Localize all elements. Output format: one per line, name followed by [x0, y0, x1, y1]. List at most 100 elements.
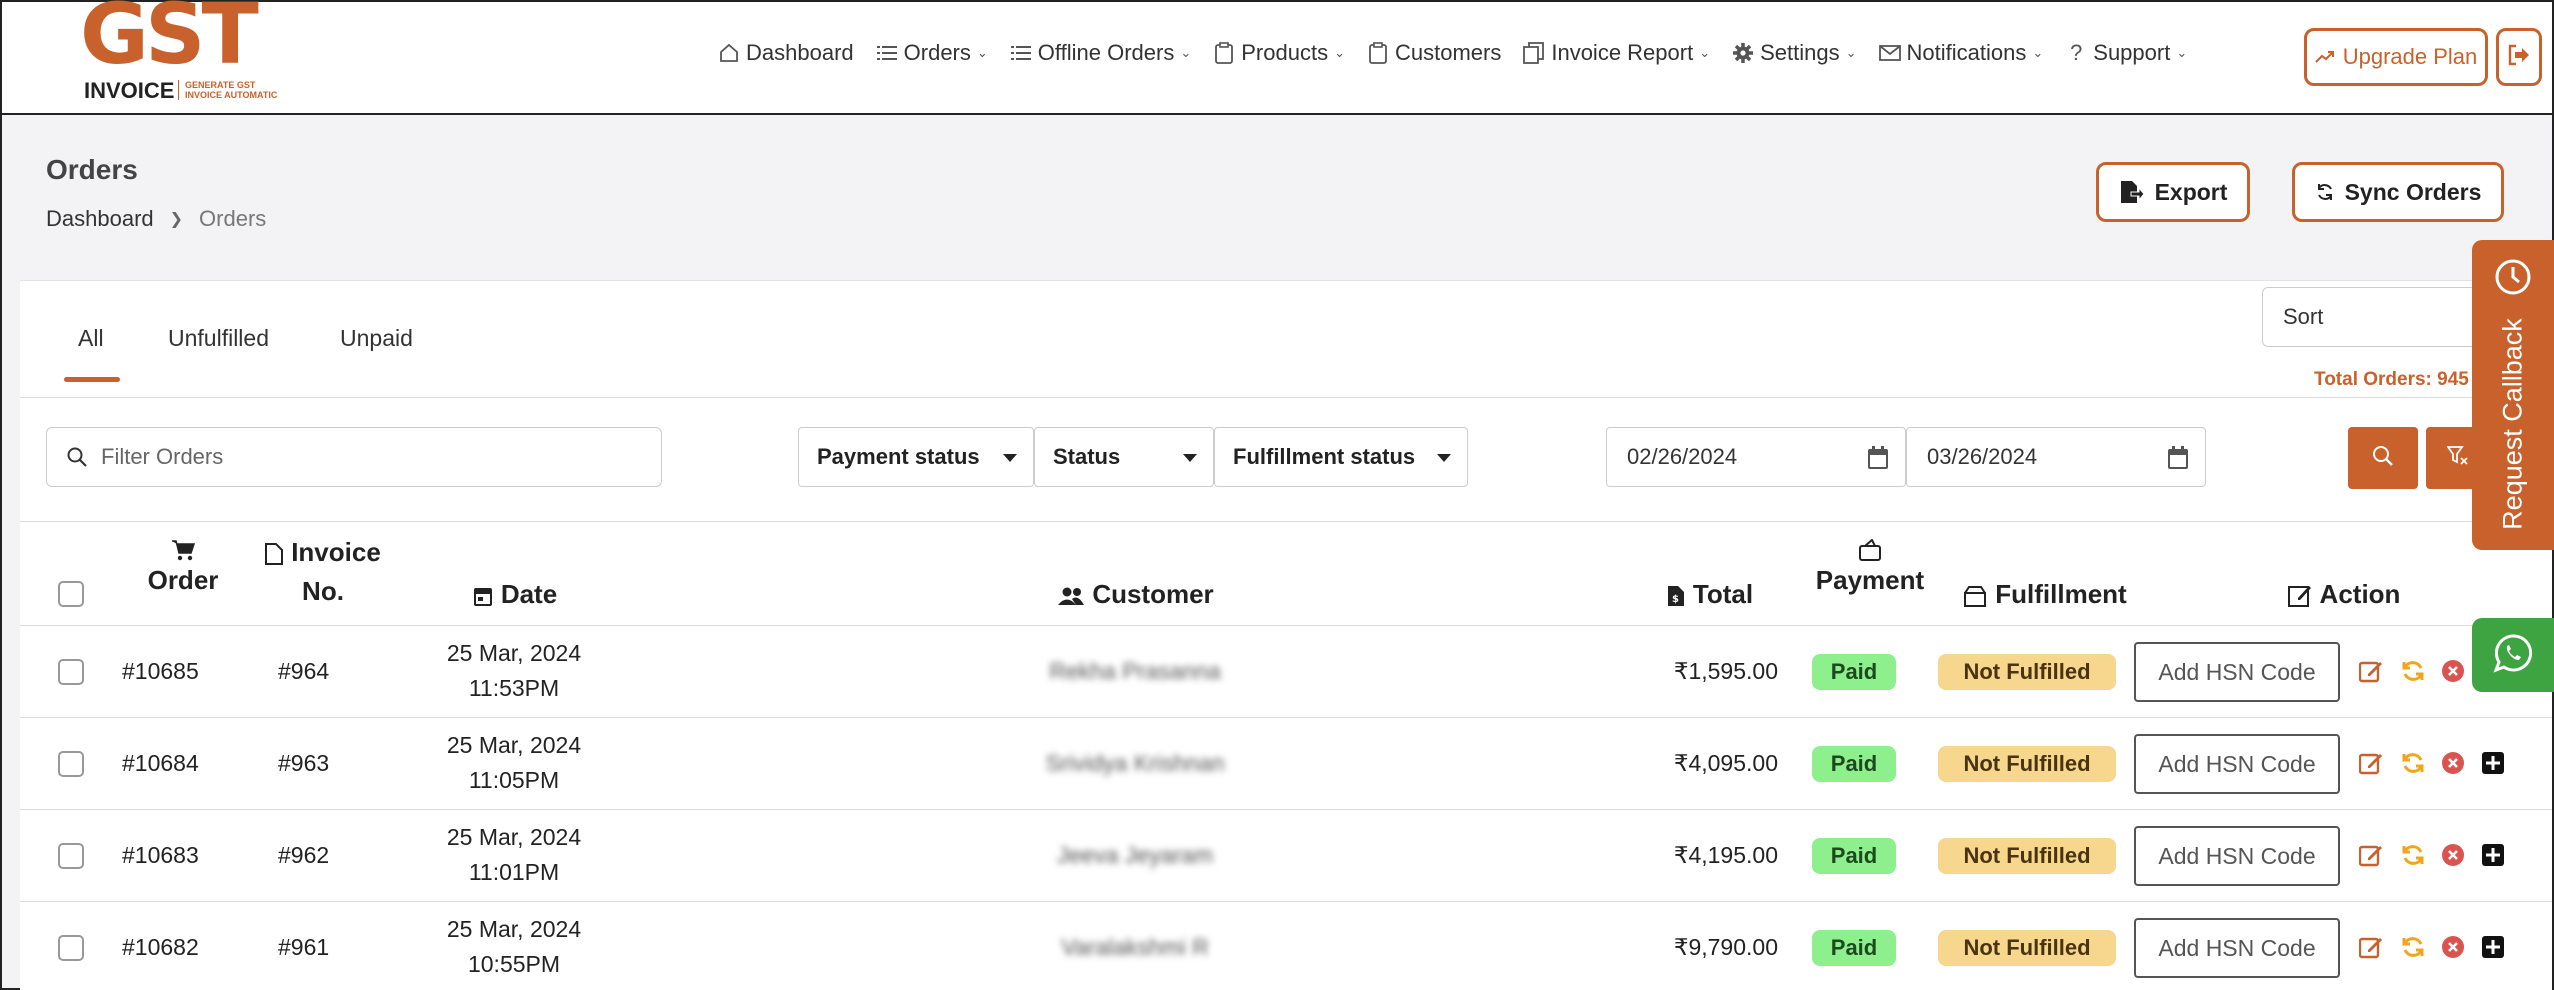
order-date: 25 Mar, 2024 11:53PM	[446, 640, 582, 701]
plus-square-icon[interactable]	[2480, 750, 2506, 776]
invoice-number[interactable]: #962	[278, 842, 329, 869]
nav-support[interactable]: ? Support ⌄	[2065, 40, 2187, 66]
col-customer: Customer	[1036, 579, 1236, 610]
page-title: Orders	[46, 154, 138, 185]
chevron-down-icon: ⌄	[2176, 45, 2188, 60]
sync-icon	[2315, 182, 2335, 202]
order-number[interactable]: #10684	[122, 750, 199, 777]
table-row[interactable]: #10683 #962 25 Mar, 2024 11:01PM Jeeva J…	[20, 809, 2552, 901]
table-row[interactable]: #10682 #961 25 Mar, 2024 10:55PM Varalak…	[20, 901, 2552, 990]
nav-notifications[interactable]: Notifications ⌄	[1878, 40, 2043, 66]
refresh-icon[interactable]	[2400, 750, 2426, 776]
date-to-value: 03/26/2024	[1927, 444, 2038, 469]
breadcrumb-dashboard-link[interactable]: Dashboard	[46, 206, 154, 232]
sync-label: Sync Orders	[2344, 178, 2482, 205]
edit-icon[interactable]	[2358, 842, 2384, 868]
order-tabs: All Unfulfilled Unpaid	[20, 281, 2552, 397]
refresh-icon[interactable]	[2400, 934, 2426, 960]
nav-dashboard[interactable]: Dashboard	[718, 40, 854, 66]
tab-unfulfilled[interactable]: Unfulfilled	[168, 325, 269, 352]
calendar-icon[interactable]	[1867, 446, 1889, 476]
tab-unpaid[interactable]: Unpaid	[340, 325, 413, 352]
sign-out-icon	[2507, 44, 2531, 71]
invoice-number[interactable]: #964	[278, 658, 329, 685]
row-checkbox[interactable]	[58, 659, 84, 685]
refresh-icon[interactable]	[2400, 842, 2426, 868]
whatsapp-button[interactable]	[2472, 618, 2554, 692]
logout-button[interactable]	[2496, 28, 2542, 86]
customer-name: Jeeva Jeyaram	[1057, 842, 1213, 868]
export-button[interactable]: Export	[2096, 162, 2250, 222]
sync-orders-button[interactable]: Sync Orders	[2292, 162, 2504, 222]
add-hsn-code-button[interactable]: Add HSN Code	[2134, 642, 2340, 702]
active-tab-indicator	[64, 377, 120, 382]
row-checkbox[interactable]	[58, 935, 84, 961]
chevron-down-icon: ⌄	[1334, 45, 1345, 60]
invoice-number[interactable]: #961	[278, 934, 329, 961]
table-row[interactable]: #10685 #964 25 Mar, 2024 11:53PM Rekha P…	[20, 625, 2552, 717]
logo-mark: GST	[80, 0, 259, 83]
nav-offline-orders[interactable]: Offline Orders ⌄	[1010, 40, 1191, 66]
plus-square-icon[interactable]	[2480, 934, 2506, 960]
list-icon	[1010, 42, 1032, 64]
fulfillment-status-dropdown[interactable]: Fulfillment status	[1214, 427, 1468, 487]
nav-orders[interactable]: Orders ⌄	[876, 40, 988, 66]
edit-icon[interactable]	[2358, 934, 2384, 960]
nav-customers[interactable]: Customers	[1367, 40, 1501, 66]
cancel-icon[interactable]	[2440, 842, 2466, 868]
fulfillment-status-badge: Not Fulfilled	[1938, 654, 2116, 690]
status-label: Status	[1053, 444, 1121, 469]
table-row[interactable]: #10684 #963 25 Mar, 2024 11:05PM Srividy…	[20, 717, 2552, 809]
whatsapp-icon	[2493, 633, 2533, 678]
total-orders-count: Total Orders: 945	[2314, 369, 2469, 390]
add-hsn-code-button[interactable]: Add HSN Code	[2134, 734, 2340, 794]
filter-orders-input[interactable]	[101, 444, 621, 470]
order-date: 25 Mar, 2024 10:55PM	[446, 916, 582, 977]
sort-selected-value: Sort	[2283, 304, 2324, 329]
nav-settings[interactable]: Settings ⌄	[1732, 40, 1857, 66]
documents-icon	[1523, 42, 1545, 64]
row-checkbox[interactable]	[58, 843, 84, 869]
request-callback-tab[interactable]: Request Callback	[2472, 240, 2554, 550]
cancel-icon[interactable]	[2440, 750, 2466, 776]
cancel-icon[interactable]	[2440, 934, 2466, 960]
search-button[interactable]	[2348, 427, 2418, 489]
customer-name: Srividya Krishnan	[1045, 750, 1225, 776]
payment-status-dropdown[interactable]: Payment status	[798, 427, 1034, 487]
nav-products[interactable]: Products ⌄	[1213, 40, 1345, 66]
sort-select[interactable]: Sort ▲▼	[2262, 287, 2498, 347]
calendar-icon[interactable]	[2167, 446, 2189, 476]
filter-clear-icon	[2446, 445, 2469, 472]
col-total: $ Total	[1650, 579, 1770, 610]
row-checkbox[interactable]	[58, 751, 84, 777]
refresh-icon[interactable]	[2400, 658, 2426, 684]
upgrade-plan-button[interactable]: Upgrade Plan	[2304, 28, 2488, 86]
clipboard-icon	[1367, 42, 1389, 64]
nav-label: Orders	[903, 40, 971, 65]
cancel-icon[interactable]	[2440, 658, 2466, 684]
status-dropdown[interactable]: Status	[1034, 427, 1214, 487]
order-number[interactable]: #10685	[122, 658, 199, 685]
date-from-field[interactable]: 02/26/2024	[1606, 427, 1906, 487]
order-number[interactable]: #10683	[122, 842, 199, 869]
nav-label: Offline Orders	[1037, 40, 1175, 65]
breadcrumb-current: Orders	[199, 206, 267, 231]
search-icon	[67, 447, 87, 467]
chevron-down-icon: ⌄	[1180, 45, 1192, 60]
brand-logo[interactable]: GST INVOICE GENERATE GST INVOICE AUTOMAT…	[80, 0, 295, 107]
plus-square-icon[interactable]	[2480, 842, 2506, 868]
caret-down-icon	[1003, 454, 1017, 462]
edit-icon[interactable]	[2358, 658, 2384, 684]
select-all-checkbox[interactable]	[58, 581, 84, 607]
nav-invoice-report[interactable]: Invoice Report ⌄	[1523, 40, 1710, 66]
edit-icon[interactable]	[2358, 750, 2384, 776]
add-hsn-code-button[interactable]: Add HSN Code	[2134, 826, 2340, 886]
col-order: Order	[128, 537, 238, 596]
tab-all[interactable]: All	[78, 325, 104, 352]
order-number[interactable]: #10682	[122, 934, 199, 961]
date-to-field[interactable]: 03/26/2024	[1906, 427, 2206, 487]
invoice-number[interactable]: #963	[278, 750, 329, 777]
add-hsn-code-button[interactable]: Add HSN Code	[2134, 918, 2340, 978]
filter-orders-field[interactable]	[46, 427, 662, 487]
nav-label: Notifications	[1906, 40, 2027, 65]
